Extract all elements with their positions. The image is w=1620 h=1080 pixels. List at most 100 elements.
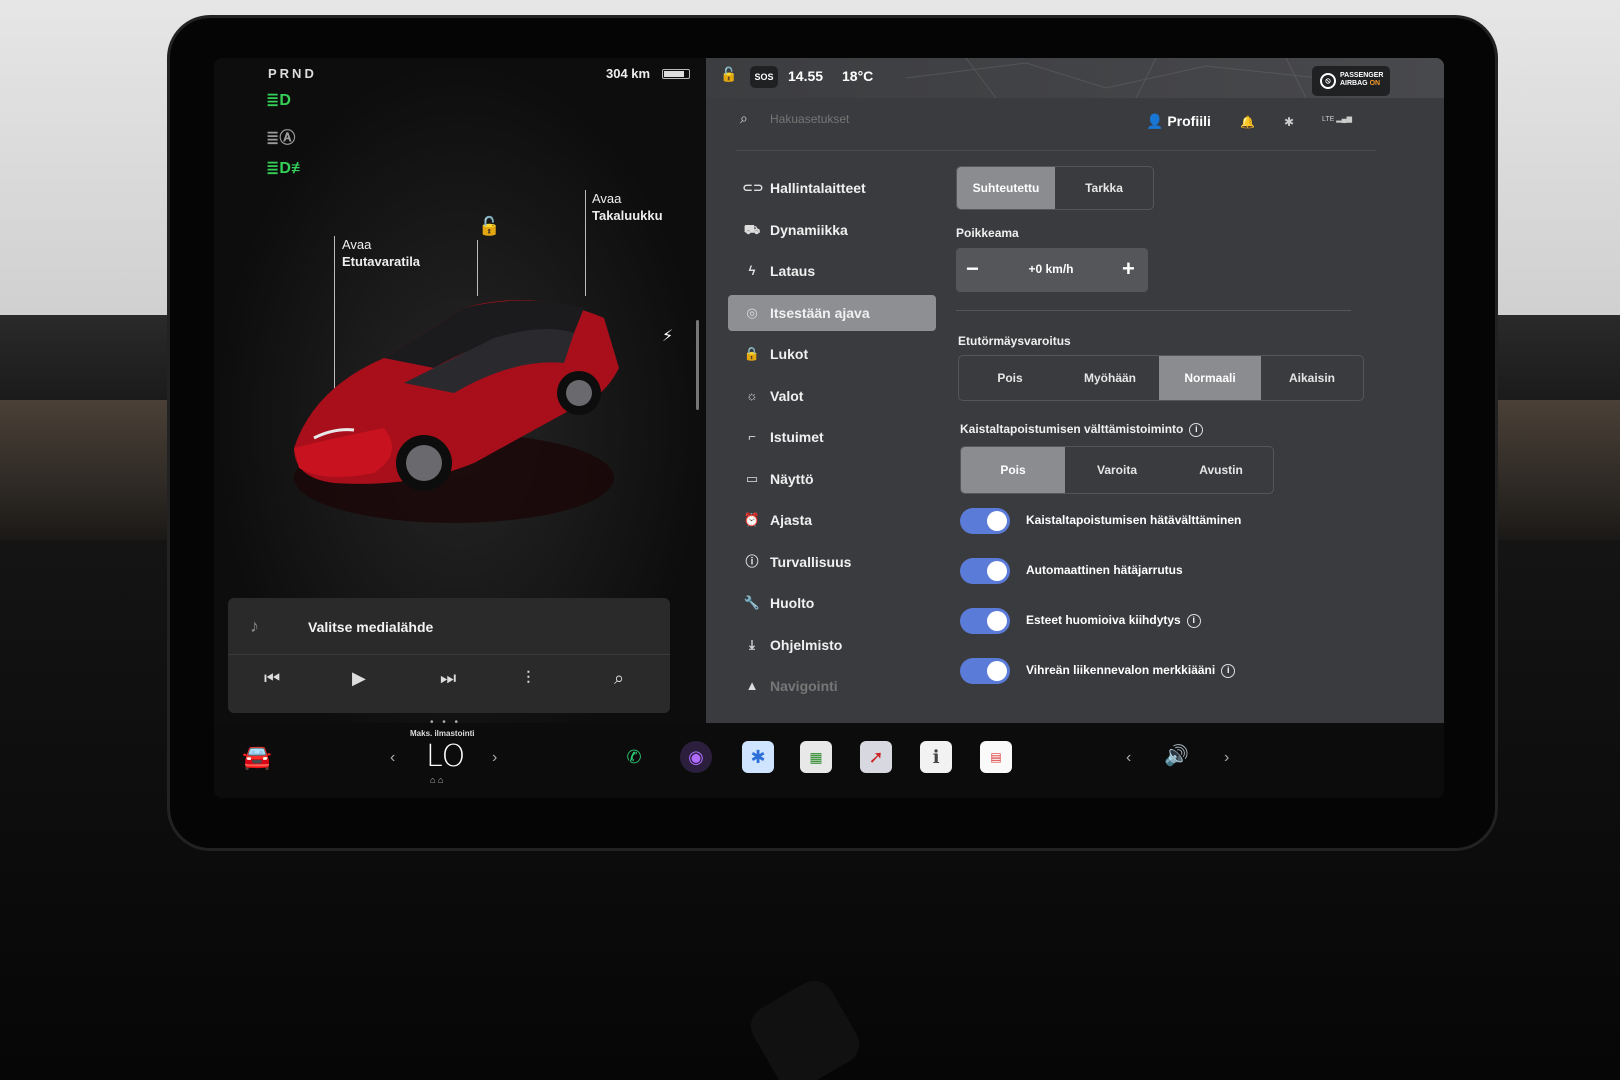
toggle-label: Vihreän liikennevalon merkkiääni i <box>1026 663 1236 678</box>
nav-item-display[interactable]: ▭ Näyttö <box>728 461 936 503</box>
nav-item-charging[interactable]: ϟ Lataus <box>728 253 936 295</box>
lock-status-icon[interactable]: 🔓 <box>720 66 737 83</box>
volume-icon[interactable]: 🔊 <box>1164 743 1189 768</box>
offset-decrease-button[interactable]: − <box>966 256 979 282</box>
toggle-label: Esteet huomioiva kiihdytys i <box>1026 613 1201 628</box>
nav-label: Istuimet <box>770 429 824 445</box>
manual-icon[interactable]: ℹ <box>920 741 952 773</box>
equalizer-icon[interactable]: ⫶ <box>526 668 531 689</box>
nav-label: Ajasta <box>770 512 813 528</box>
lte-signal-icon: LTE ▂▄▆ <box>1322 116 1352 123</box>
phone-icon[interactable]: ✆ <box>618 741 650 773</box>
volume-down-chevron-icon[interactable]: ‹ <box>1126 749 1131 767</box>
nav-item-safety[interactable]: ⓘ Turvallisuus <box>728 544 936 586</box>
green-light-chime-toggle[interactable] <box>960 658 1010 684</box>
open-trunk-line2: Takaluukku <box>592 208 663 223</box>
nav-item-software[interactable]: ⤓ Ohjelmisto <box>728 627 936 669</box>
calendar-icon[interactable]: ▤ <box>980 741 1012 773</box>
collision-option-off[interactable]: Pois <box>959 356 1061 400</box>
nav-item-controls[interactable]: ⊂⊃ Hallintalaitteet <box>728 170 936 212</box>
chevron-left-icon[interactable]: ‹ <box>390 749 395 767</box>
nav-label: Turvallisuus <box>770 553 852 570</box>
nav-item-seats[interactable]: ⌐ Istuimet <box>728 419 936 461</box>
lane-option-warn[interactable]: Varoita <box>1065 447 1169 493</box>
settings-nav: ⊂⊃ Hallintalaitteet ⛟ Dynamiikka ϟ Lataus ◎… <box>728 170 936 710</box>
toggle-label: Kaistaltapoistumisen hätävälttäminen <box>1026 513 1242 527</box>
bluetooth-icon[interactable]: ✱ <box>1284 115 1294 129</box>
header-divider <box>736 150 1376 151</box>
car-icon[interactable]: 🚘 <box>242 743 272 772</box>
headlights-icon: ≣D <box>266 92 291 109</box>
lane-option-off[interactable]: Pois <box>961 447 1065 493</box>
search-icon[interactable]: ⌕ <box>740 110 748 127</box>
settings-search-input[interactable] <box>770 108 1030 130</box>
emergency-lane-toggle[interactable] <box>960 508 1010 534</box>
obstacle-aware-acceleration-toggle[interactable] <box>960 608 1010 634</box>
climate-temperature[interactable]: LO <box>426 739 465 774</box>
nav-label: Navigointi <box>770 678 838 694</box>
toggle-icon: ⊂⊃ <box>742 180 764 195</box>
previous-icon[interactable]: ⏮ <box>264 668 280 689</box>
charge-port-icon[interactable]: ⚡ <box>662 326 673 346</box>
lock-icon: 🔒 <box>743 346 761 361</box>
collision-option-medium[interactable]: Normaali <box>1159 356 1261 400</box>
bell-icon[interactable]: 🔔 <box>1240 115 1255 129</box>
speed-mode-fixed[interactable]: Tarkka <box>1055 167 1153 209</box>
nav-label: Ohjelmisto <box>770 636 843 653</box>
vehicle-scrollbar[interactable] <box>696 320 699 410</box>
seat-heater-icon[interactable]: ⌂ ⌂ <box>430 775 443 785</box>
range-readout: 304 km <box>606 66 651 81</box>
toggle-knob <box>987 611 1007 631</box>
lte-label: LTE <box>1322 116 1335 123</box>
auto-lights-icon: ≣Ⓐ <box>266 130 296 147</box>
toggle-knob <box>987 511 1007 531</box>
nav-item-navigation[interactable]: ▲ Navigointi <box>728 668 936 710</box>
toybox-icon[interactable]: ▦ <box>800 741 832 773</box>
collision-option-late[interactable]: Myöhään <box>1061 356 1159 400</box>
music-note-icon: ♪ <box>250 616 259 636</box>
lane-option-assist[interactable]: Avustin <box>1169 447 1273 493</box>
nav-label: Valot <box>770 387 804 404</box>
media-source-row[interactable]: ♪ Valitse medialähde <box>228 598 670 655</box>
nav-item-autopilot[interactable]: ◎ Itsestään ajava <box>728 294 936 331</box>
offset-value: +0 km/h <box>1028 262 1074 276</box>
battery-icon <box>662 69 690 79</box>
passenger-airbag-indicator: ⦸ PASSENGER AIRBAG ON <box>1312 66 1390 96</box>
volume-up-chevron-icon[interactable]: › <box>1224 749 1229 767</box>
next-icon[interactable]: ⏭ <box>440 668 456 689</box>
play-icon[interactable]: ▶ <box>352 668 366 689</box>
media-search-icon[interactable]: ⌕ <box>614 668 624 689</box>
open-trunk-callout[interactable]: Avaa Takaluukku <box>592 190 663 224</box>
nav-item-locks[interactable]: 🔒 Lukot <box>728 336 936 378</box>
navigation-app-icon[interactable]: ➚ <box>860 741 892 773</box>
speed-mode-selector: Suhteutettu Tarkka <box>956 166 1154 210</box>
download-icon: ⤓ <box>749 636 755 652</box>
info-icon[interactable]: i <box>1221 663 1236 678</box>
nav-label: Huolto <box>770 595 815 611</box>
unlock-icon[interactable]: 🔓 <box>478 216 500 237</box>
offset-increase-button[interactable]: + <box>1122 256 1135 282</box>
info-icon[interactable]: i <box>1186 613 1201 628</box>
collision-option-early[interactable]: Aikaisin <box>1261 356 1363 400</box>
open-frunk-callout[interactable]: Avaa Etutavaratila <box>342 236 420 270</box>
navigation-icon: ▲ <box>745 678 759 693</box>
nav-item-service[interactable]: 🔧 Huolto <box>728 585 936 627</box>
speed-mode-relative[interactable]: Suhteutettu <box>957 167 1055 209</box>
chevron-right-icon[interactable]: › <box>492 749 497 767</box>
nav-label: Hallintalaitteet <box>770 180 866 196</box>
offset-stepper: − +0 km/h + <box>956 248 1148 292</box>
profile-label: Profiili <box>1167 113 1211 129</box>
climate-label: Maks. ilmastointi <box>410 729 475 738</box>
nav-item-dynamics[interactable]: ⛟ Dynamiikka <box>728 212 936 254</box>
sos-button[interactable]: SOS <box>750 66 778 88</box>
nav-item-schedule[interactable]: ⏰ Ajasta <box>728 502 936 544</box>
airbag-line1: PASSENGER <box>1340 72 1384 79</box>
clock: 14.55 <box>788 68 824 84</box>
auto-emergency-braking-toggle[interactable] <box>960 558 1010 584</box>
camera-icon[interactable]: ◉ <box>680 741 712 773</box>
profile-button[interactable]: 👤 Profiili <box>1146 113 1211 130</box>
info-icon[interactable]: i <box>1189 422 1204 437</box>
nav-item-lights[interactable]: ☼ Valot <box>728 378 936 420</box>
display-icon: ▭ <box>745 470 759 486</box>
bluetooth-app-icon[interactable]: ✱ <box>742 741 774 773</box>
